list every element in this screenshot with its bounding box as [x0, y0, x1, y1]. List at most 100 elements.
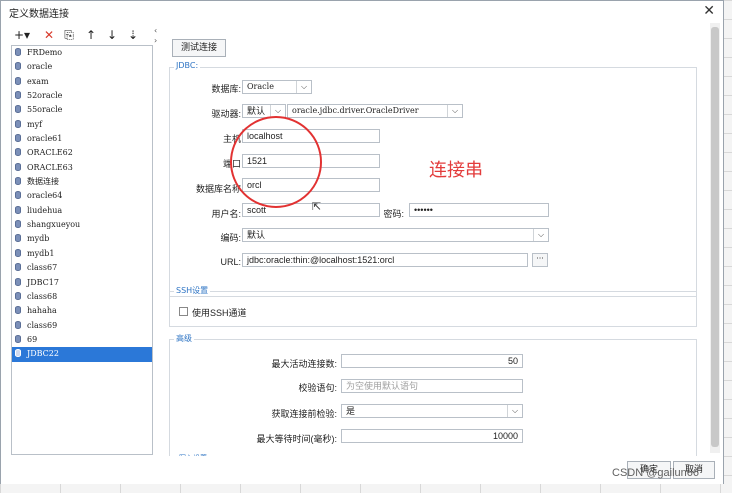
dialog-title: 定义数据连接	[9, 9, 69, 20]
encoding-label: 编码:	[220, 233, 241, 243]
database-label: 数据库:	[211, 84, 241, 94]
max-active-input[interactable]: 50	[341, 354, 523, 368]
annotation-text: 连接串	[429, 160, 483, 181]
test-connection-button[interactable]: 测试连接	[172, 39, 226, 57]
database-icon	[15, 62, 21, 71]
chevron-down-icon: ⌵	[447, 105, 462, 117]
driver-class-select[interactable]: oracle.jdbc.driver.OracleDriver ⌵	[287, 104, 463, 118]
connection-list-item[interactable]: ORACLE63	[12, 161, 152, 175]
connection-name: hahaha	[27, 306, 57, 316]
use-ssh-checkbox[interactable]	[179, 307, 188, 316]
connection-list-item[interactable]: oracle	[12, 60, 152, 74]
connection-list-item[interactable]: oracle64	[12, 189, 152, 203]
connection-list-item[interactable]: JDBC22	[12, 347, 152, 362]
max-wait-input[interactable]: 10000	[341, 429, 523, 443]
connection-list-item[interactable]: FRDemo	[12, 46, 152, 60]
database-icon	[15, 148, 21, 157]
connection-name: mydb	[27, 234, 50, 244]
connection-name: 55oracle	[27, 105, 63, 115]
max-wait-label: 最大等待时间(毫秒):	[256, 434, 338, 444]
connection-list-item[interactable]: 数据连接	[12, 175, 152, 189]
move-up-icon[interactable]: ↑	[83, 26, 99, 44]
connection-name: FRDemo	[27, 48, 63, 57]
connection-list-item[interactable]: 69	[12, 333, 152, 347]
sort-icon[interactable]: ⇣	[125, 26, 141, 44]
database-icon	[15, 91, 21, 100]
password-input[interactable]: ••••••	[409, 203, 549, 217]
connection-list: FRDemo oracle exam 52oracle 55oracle myf oracl…	[11, 45, 153, 455]
connection-name: 52oracle	[27, 91, 63, 101]
connection-name: mydb1	[27, 248, 55, 258]
max-active-label: 最大活动连接数:	[271, 359, 337, 369]
test-before-select[interactable]: 是 ⌵	[341, 404, 523, 418]
connection-list-item[interactable]: shangxueyou	[12, 218, 152, 232]
define-data-connection-dialog: 定义数据连接 ✕ +▾ ✕ ⎘ ↑ ↓ ⇣ FRDemo oracle exam 52…	[0, 0, 724, 484]
database-icon	[15, 291, 21, 300]
validation-query-label: 校验语句:	[298, 383, 337, 393]
add-connection-icon[interactable]: +▾	[11, 26, 33, 44]
url-label: URL:	[220, 257, 241, 267]
url-builder-button[interactable]: ···	[532, 253, 548, 267]
database-icon	[15, 306, 21, 315]
connection-list-item[interactable]: mydb	[12, 232, 152, 246]
ssh-section-title: SSH设置	[174, 285, 211, 296]
database-icon	[15, 105, 21, 114]
connection-name: shangxueyou	[27, 220, 81, 230]
move-down-icon[interactable]: ↓	[104, 26, 120, 44]
close-icon[interactable]: ✕	[703, 3, 715, 19]
test-before-label: 获取连接前检验:	[271, 409, 337, 419]
vertical-scrollbar[interactable]	[710, 23, 720, 453]
copy-icon[interactable]: ⎘	[61, 26, 77, 44]
connection-name: oracle61	[27, 134, 63, 144]
watermark: CSDN @gailun66	[612, 467, 699, 479]
jdbc-section-title: JDBC:	[174, 61, 201, 70]
connection-list-item[interactable]: oracle61	[12, 132, 152, 146]
connection-list-item[interactable]: exam	[12, 75, 152, 89]
scrollbar-thumb[interactable]	[711, 27, 719, 447]
database-icon	[15, 220, 21, 229]
connection-settings-panel: 测试连接 JDBC: 数据库: Oracle ⌵ 驱动器: 默认 ⌵ oracle.…	[159, 23, 707, 463]
database-icon	[15, 320, 21, 329]
username-label: 用户名:	[211, 209, 241, 219]
encoding-select[interactable]: 默认 ⌵	[242, 228, 549, 242]
connection-list-item[interactable]: class68	[12, 290, 152, 304]
mouse-cursor-icon: ⇱	[312, 200, 322, 213]
database-icon	[15, 277, 21, 286]
connection-list-item[interactable]: myf	[12, 118, 152, 132]
database-icon	[15, 48, 21, 56]
database-select[interactable]: Oracle ⌵	[242, 80, 312, 94]
connection-list-item[interactable]: 52oracle	[12, 89, 152, 103]
validation-query-input[interactable]: 为空使用默认语句	[341, 379, 523, 393]
advanced-section-title: 高级	[174, 333, 194, 344]
connection-list-item[interactable]: 55oracle	[12, 103, 152, 117]
database-icon	[15, 263, 21, 272]
connection-name: 数据连接	[27, 177, 59, 187]
connection-list-item[interactable]: JDBC17	[12, 276, 152, 290]
connection-list-item[interactable]: class67	[12, 261, 152, 275]
database-icon	[15, 349, 21, 358]
database-icon	[15, 248, 21, 257]
database-icon	[15, 205, 21, 214]
connection-name: oracle	[27, 62, 53, 72]
connection-list-item[interactable]: liudehua	[12, 204, 152, 218]
annotation-circle	[230, 116, 322, 208]
connection-list-item[interactable]: class69	[12, 319, 152, 333]
password-label: 密码:	[383, 209, 404, 219]
chevron-down-icon: ⌵	[507, 405, 522, 417]
dbname-label: 数据库名称	[195, 184, 241, 194]
url-input[interactable]: jdbc:oracle:thin:@localhost:1521:orcl	[242, 253, 528, 267]
connection-name: class67	[27, 263, 58, 273]
connection-name: oracle64	[27, 191, 63, 201]
delete-icon[interactable]: ✕	[41, 26, 57, 44]
database-icon	[15, 134, 21, 143]
ssh-group	[169, 291, 697, 327]
connection-list-item[interactable]: hahaha	[12, 304, 152, 318]
connection-list-item[interactable]: ORACLE62	[12, 146, 152, 160]
connection-list-item[interactable]: mydb1	[12, 247, 152, 261]
title-bar: 定义数据连接 ✕	[1, 1, 723, 23]
connection-name: class68	[27, 291, 58, 301]
connection-name: ORACLE63	[27, 162, 73, 172]
database-icon	[15, 191, 21, 200]
connection-name: JDBC22	[27, 349, 59, 359]
connection-name: myf	[27, 119, 43, 129]
